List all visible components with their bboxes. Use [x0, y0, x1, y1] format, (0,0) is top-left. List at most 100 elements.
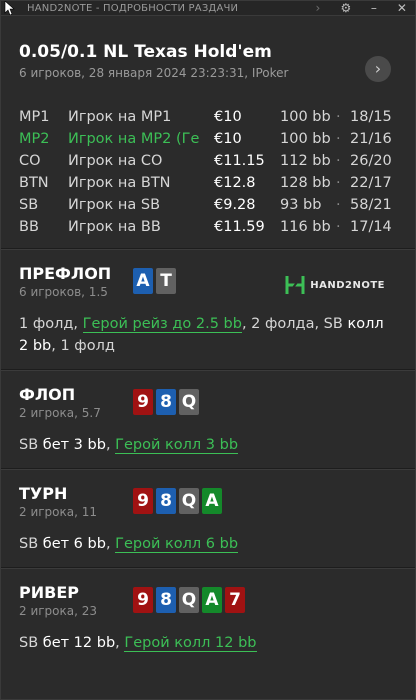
board-cards: 9 8 Q: [133, 389, 199, 415]
card: T: [156, 268, 176, 294]
player-stack: €10: [214, 109, 242, 125]
hand-header: 0.05/0.1 NL Texas Hold'em 6 игроков, 28 …: [1, 16, 415, 90]
street-pot-info: 2 игрока, 11: [19, 505, 98, 519]
street-title: ФЛОП: [19, 385, 76, 404]
hero-action-link[interactable]: Герой колл 6 bb: [115, 536, 239, 553]
player-name: Игрок на BB: [68, 219, 161, 235]
player-row-mp1[interactable]: MP1 Игрок на MP1 €10 100 bb · 18/15: [19, 106, 397, 128]
player-stack-bb: 93 bb: [280, 197, 322, 213]
player-stats: 21/16: [350, 131, 392, 147]
minimize-icon[interactable]: –: [367, 1, 381, 15]
hero-action-link[interactable]: Герой рейз до 2.5 bb: [82, 316, 242, 333]
player-stack-bb: 128 bb: [280, 175, 331, 191]
street-actions: SB бет 6 bb, Герой колл 6 bb: [19, 533, 397, 555]
player-position: MP2: [19, 131, 50, 147]
title-bar[interactable]: HAND2NOTE - ПОДРОБНОСТИ РАЗДАЧИ › ⚙ – ✕: [1, 1, 415, 16]
player-row-btn[interactable]: BTN Игрок на BTN €12.8 128 bb · 22/17: [19, 172, 397, 194]
hand-details-window: HAND2NOTE - ПОДРОБНОСТИ РАЗДАЧИ › ⚙ – ✕ …: [0, 0, 416, 700]
chevron-right-icon[interactable]: ›: [311, 1, 325, 15]
player-stack: €12.8: [214, 175, 256, 191]
hand2note-logo-icon: [285, 276, 305, 294]
card: 9: [133, 587, 153, 613]
player-name: Игрок на MP1: [68, 109, 172, 125]
player-row-mp2-hero[interactable]: MP2 Игрок на MP2 (Ге €10 100 bb · 21/16: [19, 128, 397, 150]
action-text: бет 6 bb: [42, 536, 106, 552]
next-hand-button[interactable]: ›: [365, 56, 391, 82]
hand2note-logo-text: HAND2NOTE: [310, 279, 385, 291]
player-position: SB: [19, 197, 39, 213]
players-table: MP1 Игрок на MP1 €10 100 bb · 18/15 MP2 …: [1, 90, 415, 248]
street-title: ТУРН: [19, 484, 68, 503]
action-text: бет 12 bb: [42, 635, 116, 651]
card: 8: [156, 389, 176, 415]
hero-name-text: Игрок на MP2 (Ге: [68, 131, 200, 147]
player-name-hero-link[interactable]: Игрок на MP2 (Ге: [68, 131, 214, 147]
street-turn: ТУРН 2 игрока, 11 9 8 Q A SB бет 6 bb, Г…: [1, 470, 415, 567]
action-text: ,: [105, 437, 116, 453]
window-title: HAND2NOTE - ПОДРОБНОСТИ РАЗДАЧИ: [27, 2, 239, 14]
street-river: РИВЕР 2 игрока, 23 9 8 Q A 7 SB бет 12 b…: [1, 569, 415, 666]
board-cards: 9 8 Q A: [133, 488, 222, 514]
player-stack-bb: 100 bb: [280, 109, 331, 125]
separator-dot: ·: [336, 153, 341, 169]
street-title: РИВЕР: [19, 583, 79, 602]
street-actions: SB бет 12 bb, Герой колл 12 bb: [19, 632, 397, 654]
player-row-bb[interactable]: BB Игрок на BB €11.59 116 bb · 17/14: [19, 216, 397, 238]
player-name: Игрок на CO: [68, 153, 163, 169]
game-subtitle: 6 игроков, 28 января 2024 23:23:31, IPok…: [19, 66, 289, 80]
action-text: ,: [115, 635, 125, 651]
hero-hole-cards: A T: [133, 268, 176, 294]
player-stack: €11.15: [214, 153, 265, 169]
player-name: Игрок на SB: [68, 197, 161, 213]
mouse-cursor-icon: [4, 1, 15, 15]
separator-dot: ·: [336, 175, 341, 191]
player-position: CO: [19, 153, 41, 169]
action-text: SB: [19, 536, 43, 552]
board-cards: 9 8 Q A 7: [133, 587, 245, 613]
player-row-sb[interactable]: SB Игрок на SB €9.28 93 bb · 58/21: [19, 194, 397, 216]
player-stats: 58/21: [350, 197, 392, 213]
street-pot-info: 2 игрока, 23: [19, 604, 98, 618]
street-preflop: ПРЕФЛОП 6 игроков, 1.5 A T HAND2NOTE 1 ф…: [1, 250, 415, 369]
separator-dot: ·: [336, 197, 341, 213]
card: 9: [133, 389, 153, 415]
player-row-co[interactable]: CO Игрок на CO €11.15 112 bb · 26/20: [19, 150, 397, 172]
player-stack-bb: 116 bb: [280, 219, 331, 235]
player-stats: 26/20: [350, 153, 392, 169]
player-stack-bb: 112 bb: [280, 153, 331, 169]
player-stats: 18/15: [350, 109, 392, 125]
action-text: бет 3 bb: [42, 437, 106, 453]
player-stack-bb: 100 bb: [280, 131, 331, 147]
action-text: SB: [19, 437, 43, 453]
card: A: [133, 268, 153, 294]
player-stack: €9.28: [214, 197, 256, 213]
street-pot-info: 6 игроков, 1.5: [19, 285, 108, 299]
separator-dot: ·: [336, 219, 341, 235]
street-actions: SB бет 3 bb, Герой колл 3 bb: [19, 434, 397, 456]
player-position: BB: [19, 219, 39, 235]
hero-action-link[interactable]: Герой колл 12 bb: [124, 635, 257, 652]
hero-action-link[interactable]: Герой колл 3 bb: [115, 437, 239, 454]
action-text: , 2 фолда, SB: [241, 316, 348, 332]
card: A: [202, 587, 222, 613]
player-stats: 17/14: [350, 219, 392, 235]
gear-icon[interactable]: ⚙: [339, 1, 353, 15]
card: Q: [179, 587, 199, 613]
street-title: ПРЕФЛОП: [19, 264, 112, 283]
hand2note-logo: HAND2NOTE: [284, 274, 385, 296]
action-text: 1 фолд,: [19, 316, 83, 332]
street-actions: 1 фолд, Герой рейз до 2.5 bb, 2 фолда, S…: [19, 313, 397, 357]
street-pot-info: 2 игрока, 5.7: [19, 406, 101, 420]
player-stats: 22/17: [350, 175, 392, 191]
close-icon[interactable]: ✕: [395, 1, 409, 15]
player-stack: €10: [214, 131, 242, 147]
action-text: SB: [19, 635, 43, 651]
player-stack: €11.59: [214, 219, 265, 235]
card: 8: [156, 587, 176, 613]
card: Q: [179, 488, 199, 514]
player-position: BTN: [19, 175, 49, 191]
action-text: ,: [105, 536, 116, 552]
card: 9: [133, 488, 153, 514]
card: A: [202, 488, 222, 514]
card: 8: [156, 488, 176, 514]
